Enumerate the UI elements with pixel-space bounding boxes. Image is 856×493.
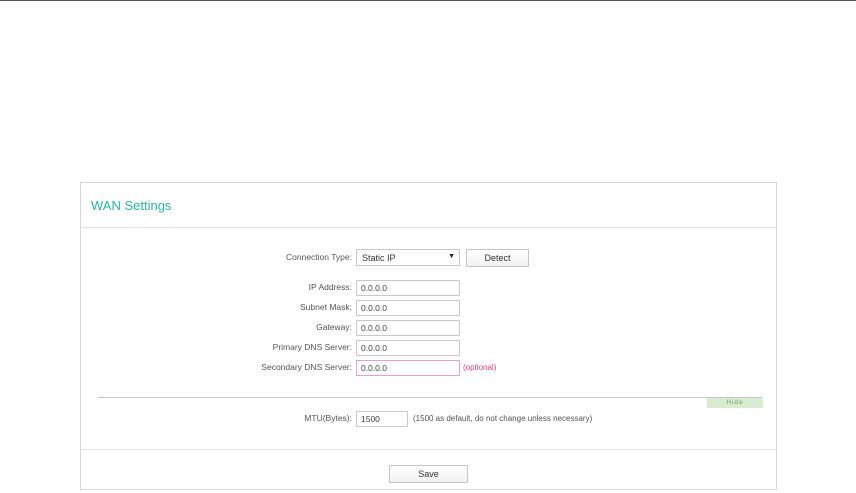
connection-type-value: Static IP <box>362 253 396 263</box>
wan-settings-panel: WAN Settings Connection Type: Static IP … <box>80 182 777 490</box>
chevron-down-icon: ▼ <box>448 253 455 260</box>
ip-address-input[interactable] <box>356 280 460 296</box>
primary-dns-row: Primary DNS Server: <box>81 340 776 356</box>
mtu-input[interactable] <box>356 411 408 427</box>
panel-header: WAN Settings <box>81 183 776 228</box>
top-divider <box>0 0 856 1</box>
footer-divider <box>81 449 776 450</box>
primary-dns-label: Primary DNS Server: <box>272 342 352 352</box>
secondary-dns-row: Secondary DNS Server: (optional) <box>81 360 776 376</box>
mtu-label: MTU(Bytes): <box>304 413 352 423</box>
ip-address-row: IP Address: <box>81 280 776 296</box>
secondary-dns-label: Secondary DNS Server: <box>261 362 352 372</box>
subnet-mask-input[interactable] <box>356 300 460 316</box>
mtu-hint: (1500 as default, do not change unless n… <box>413 414 593 423</box>
ip-address-label: IP Address: <box>308 282 352 292</box>
secondary-dns-input[interactable] <box>356 360 460 376</box>
save-button[interactable]: Save <box>389 465 468 483</box>
gateway-input[interactable] <box>356 320 460 336</box>
detect-button[interactable]: Detect <box>466 249 529 267</box>
connection-type-row: Connection Type: Static IP ▼ Detect <box>81 249 776 267</box>
mtu-row: MTU(Bytes): (1500 as default, do not cha… <box>81 411 776 427</box>
optional-note: (optional) <box>463 363 497 372</box>
connection-type-label: Connection Type: <box>286 252 352 262</box>
gateway-label: Gateway: <box>316 322 352 332</box>
page: WAN Settings Connection Type: Static IP … <box>0 0 856 493</box>
advanced-divider <box>98 397 762 398</box>
subnet-mask-label: Subnet Mask: <box>300 302 352 312</box>
subnet-mask-row: Subnet Mask: <box>81 300 776 316</box>
primary-dns-input[interactable] <box>356 340 460 356</box>
panel-title: WAN Settings <box>91 198 172 213</box>
connection-type-select[interactable]: Static IP ▼ <box>356 249 460 266</box>
gateway-row: Gateway: <box>81 320 776 336</box>
hide-toggle[interactable]: Hide <box>707 398 763 408</box>
